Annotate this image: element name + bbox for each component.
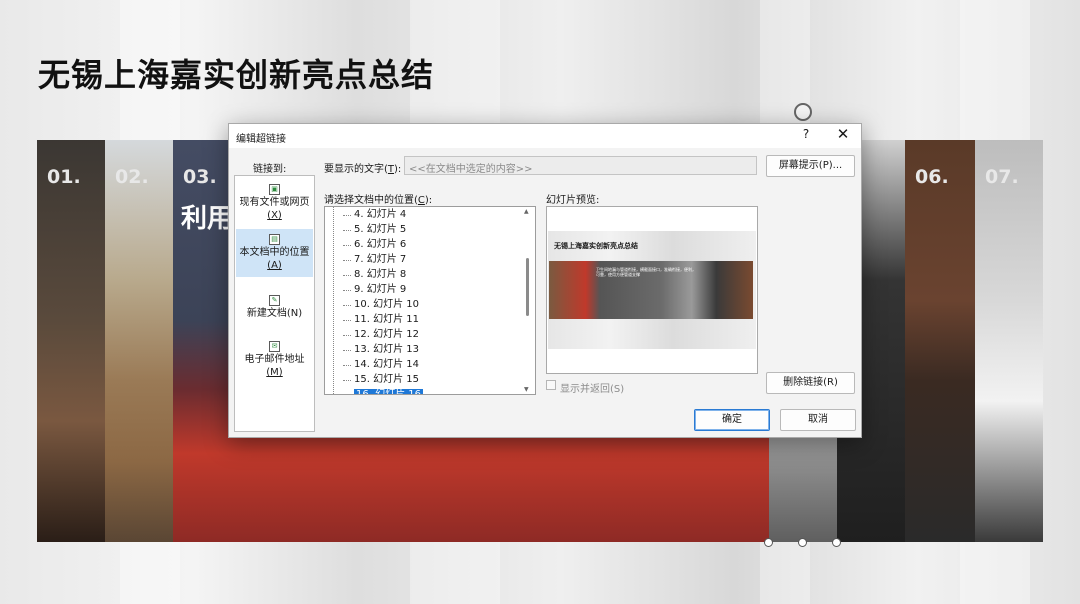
panel-07: 07. [975, 140, 1043, 542]
tree-row-slide[interactable]: 5. 幻灯片 5 [335, 223, 406, 237]
tree-row-slide[interactable]: 16. 幻灯片 16 [335, 388, 423, 394]
show-return-checkbox[interactable] [546, 380, 556, 390]
slide-thumbnail: 无锡上海嘉实创新亮点总结 卫生间地漏与管道衔接，横截面接口，准确衔接，便利，可靠… [548, 231, 756, 349]
new-document-icon: ✎ [269, 295, 280, 306]
slide-location-tree[interactable]: 4. 幻灯片 4 5. 幻灯片 5 6. 幻灯片 6 7. 幻灯片 7 8. 幻灯片 8… [324, 206, 536, 395]
tree-row-label: 10. 幻灯片 10 [354, 299, 419, 310]
panel-02: 02. [105, 140, 173, 542]
scroll-down-arrow[interactable]: ▼ [524, 386, 529, 393]
slide-title: 无锡上海嘉实创新亮点总结 [38, 56, 435, 94]
cancel-button[interactable]: 取消 [780, 409, 856, 431]
sidebar-item-key: (X) [267, 210, 282, 221]
tree-row-label: 9. 幻灯片 9 [354, 284, 407, 295]
display-text-label-start: 要显示的文字( [324, 164, 388, 175]
tree-row-label: 6. 幻灯片 6 [354, 239, 407, 250]
sidebar-item-label: 现有文件或网页 [239, 197, 310, 208]
scroll-up-arrow[interactable]: ▲ [524, 208, 529, 215]
tree-row-slide[interactable]: 11. 幻灯片 11 [335, 313, 419, 327]
resize-handle[interactable] [764, 538, 773, 547]
tree-guide-line [333, 207, 334, 394]
sidebar-item-key: (M) [266, 367, 283, 378]
panel-number: 06. [915, 166, 949, 188]
dialog-title: 编辑超链接 [236, 134, 286, 145]
globe-file-icon: ▣ [269, 184, 280, 195]
sidebar-item-existing-file[interactable]: ▣ 现有文件或网页 (X) [236, 182, 313, 226]
edit-hyperlink-dialog: 编辑超链接 ? ✕ 链接到: 要显示的文字(T): <<在文档中选定的内容>> … [228, 123, 862, 438]
email-icon: ✉ [269, 341, 280, 352]
sidebar-item-this-document[interactable]: ▤ 本文档中的位置 (A) [236, 229, 313, 277]
link-to-sidebar: ▣ 现有文件或网页 (X) ▤ 本文档中的位置 (A) ✎ 新建文档(N) ✉ … [234, 175, 315, 432]
panel-number: 03. [183, 166, 217, 188]
location-label-end: ): [424, 195, 433, 206]
thumbnail-title: 无锡上海嘉实创新亮点总结 [554, 242, 638, 250]
dialog-titlebar: 编辑超链接 ? ✕ [229, 124, 861, 148]
tree-row-label: 13. 幻灯片 13 [354, 344, 419, 355]
remove-link-button[interactable]: 删除链接(R) [766, 372, 855, 394]
scroll-thumb[interactable] [526, 258, 529, 316]
resize-handle[interactable] [798, 538, 807, 547]
document-place-icon: ▤ [269, 234, 280, 245]
tree-row-slide[interactable]: 12. 幻灯片 12 [335, 328, 419, 342]
link-to-label: 链接到: [253, 164, 287, 175]
slide-preview: 无锡上海嘉实创新亮点总结 卫生间地漏与管道衔接，横截面接口，准确衔接，便利，可靠… [546, 206, 758, 374]
tree-row-slide[interactable]: 13. 幻灯片 13 [335, 343, 419, 357]
sidebar-item-email[interactable]: ✉ 电子邮件地址 (M) [236, 337, 313, 383]
tree-row-label: 11. 幻灯片 11 [354, 314, 419, 325]
tree-row-label: 14. 幻灯片 14 [354, 359, 419, 370]
tree-row-slide[interactable]: 6. 幻灯片 6 [335, 238, 406, 252]
tree-row-label: 5. 幻灯片 5 [354, 224, 407, 235]
close-button[interactable]: ✕ [833, 125, 853, 143]
sidebar-item-key: (A) [267, 260, 282, 271]
display-text-input[interactable]: <<在文档中选定的内容>> [404, 156, 757, 175]
sidebar-item-label: 电子邮件地址 [244, 354, 305, 365]
tree-row-slide[interactable]: 9. 幻灯片 9 [335, 283, 406, 297]
sidebar-item-label: 本文档中的位置 [239, 247, 310, 258]
location-key: C [417, 195, 425, 206]
tree-row-slide[interactable]: 15. 幻灯片 15 [335, 373, 419, 387]
screentip-button[interactable]: 屏幕提示(P)... [766, 155, 855, 177]
tree-row-label: 16. 幻灯片 16 [354, 389, 423, 394]
panel-number: 07. [985, 166, 1019, 188]
tree-row-slide[interactable]: 14. 幻灯片 14 [335, 358, 419, 372]
display-text-label-end: ): [394, 164, 402, 175]
tree-scrollbar[interactable]: ▲ ▼ [523, 207, 533, 394]
display-text-label: 要显示的文字(T): [324, 160, 401, 175]
show-return-label: 显示并返回(S) [560, 384, 625, 395]
rotate-handle[interactable] [794, 103, 812, 121]
ok-button[interactable]: 确定 [694, 409, 770, 431]
thumbnail-body-text: 卫生间地漏与管道衔接，横截面接口，准确衔接，便利，可靠，使用方便管道支撑 [596, 267, 696, 277]
location-label-start: 请选择文档中的位置( [324, 195, 418, 206]
sidebar-item-label: 新建文档(N) [246, 308, 303, 319]
tree-row-label: 8. 幻灯片 8 [354, 269, 407, 280]
tree-row-label: 15. 幻灯片 15 [354, 374, 419, 385]
resize-handle[interactable] [832, 538, 841, 547]
tree-row-label: 7. 幻灯片 7 [354, 254, 407, 265]
tree-row-slide[interactable]: 8. 幻灯片 8 [335, 268, 406, 282]
help-button[interactable]: ? [798, 127, 814, 141]
sidebar-item-new-document[interactable]: ✎ 新建文档(N) [236, 291, 313, 327]
tree-row-label: 4. 幻灯片 4 [354, 209, 407, 220]
location-label: 请选择文档中的位置(C): [324, 191, 432, 206]
tree-row-label: 12. 幻灯片 12 [354, 329, 419, 340]
panel-06: 06. [905, 140, 975, 542]
panel-01: 01. [37, 140, 105, 542]
panel-subtitle: 利用 [181, 204, 234, 234]
preview-label: 幻灯片预览: [546, 195, 600, 206]
tree-row-slide[interactable]: 4. 幻灯片 4 [335, 208, 406, 222]
panel-number: 02. [115, 166, 149, 188]
panel-number: 01. [47, 166, 81, 188]
tree-row-slide[interactable]: 7. 幻灯片 7 [335, 253, 406, 267]
tree-row-slide[interactable]: 10. 幻灯片 10 [335, 298, 419, 312]
